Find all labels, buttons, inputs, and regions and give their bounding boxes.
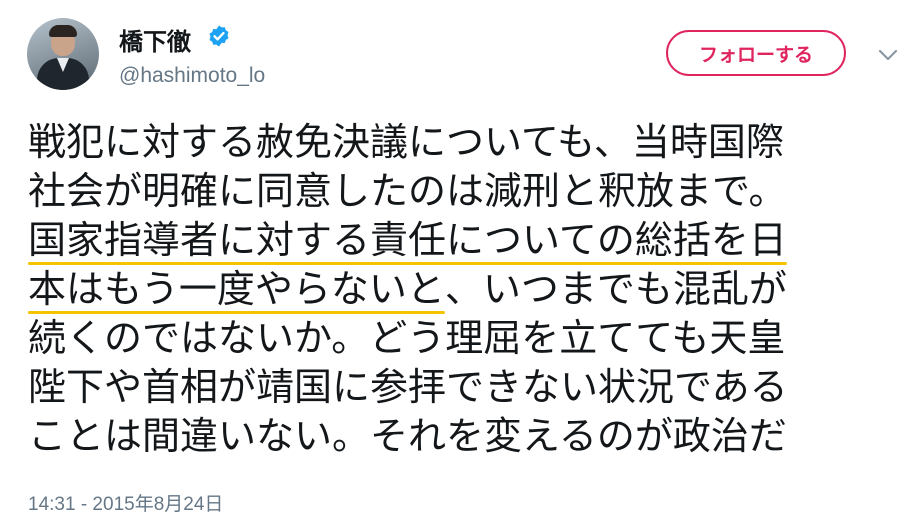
- tweet-header: 橋下徹 @hashimoto_lo フォローする: [0, 0, 909, 110]
- avatar-hair: [49, 25, 77, 37]
- follow-button[interactable]: フォローする: [666, 30, 846, 76]
- tweet-line: 社会が明確に同意したのは減刑と釈放まで。: [28, 169, 787, 213]
- highlighted-text: 国家指導者に対する責任についての総括を日: [28, 218, 787, 262]
- tweet-timestamp[interactable]: 14:31 - 2015年8月24日: [28, 489, 223, 516]
- username[interactable]: @hashimoto_lo: [119, 64, 265, 88]
- tweet-line: 国家指導者に対する責任についての総括を日: [28, 216, 898, 265]
- tweet-line-rest: 、いつまでも混乱が: [444, 267, 787, 311]
- avatar[interactable]: [27, 18, 99, 90]
- tweet-text: 戦犯に対する赦免決議についても、当時国際 社会が明確に同意したのは減刑と釈放まで…: [28, 118, 898, 461]
- highlighted-text: 本はもう一度やらないと: [28, 267, 445, 311]
- chevron-down-icon[interactable]: [876, 47, 900, 63]
- display-name[interactable]: 橋下徹: [119, 22, 191, 57]
- tweet-line: ことは間違いない。それを変えるのが政治だ: [28, 414, 787, 458]
- tweet-line: 戦犯に対する赦免決議についても、当時国際: [28, 120, 784, 164]
- tweet-line: 陛下や首相が靖国に参拝できない状況である: [28, 365, 788, 409]
- tweet-line: 本はもう一度やらないと、いつまでも混乱が: [28, 265, 898, 314]
- verified-badge-icon: [209, 25, 229, 47]
- tweet-line: 続くのではないか。どう理屈を立てても天皇: [28, 316, 786, 360]
